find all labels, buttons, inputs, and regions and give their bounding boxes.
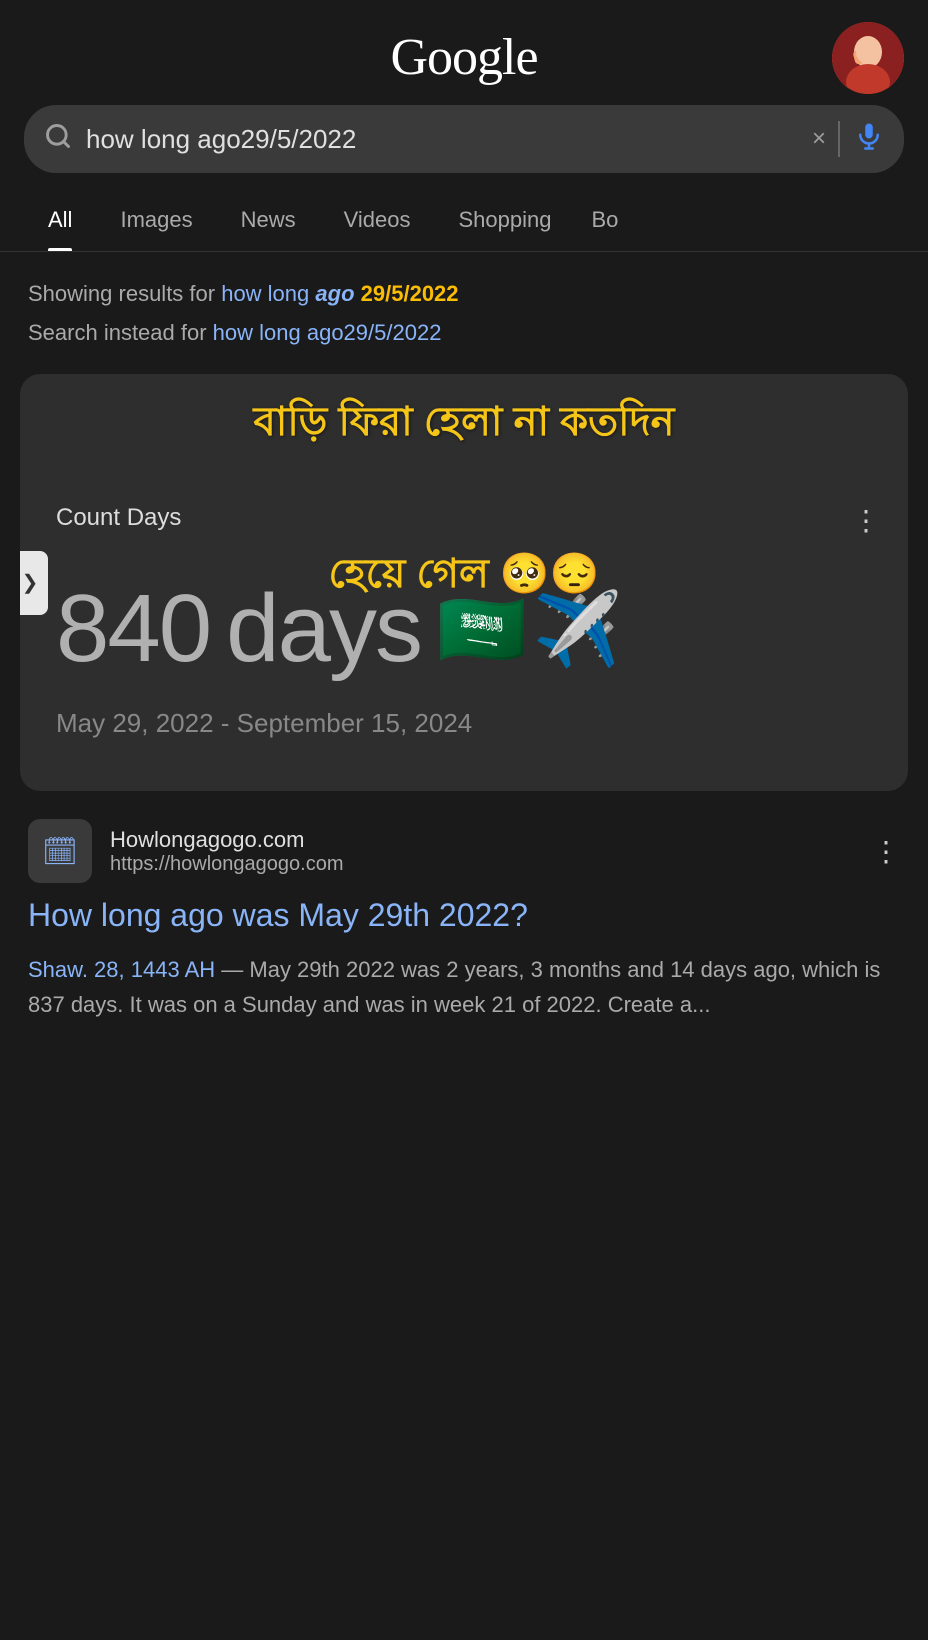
- header: Google: [0, 0, 928, 105]
- search-query[interactable]: how long ago29/5/2022: [86, 124, 812, 155]
- search-bar: how long ago29/5/2022 ×: [24, 105, 904, 173]
- search-tabs: All Images News Videos Shopping Bo: [0, 189, 928, 252]
- featured-card-wrapper: ❯ বাড়ি ফিরা হেলা না কতদিন Count Days ⋮ …: [20, 374, 908, 791]
- source-text-1: Howlongagogo.com https://howlongagogo.co…: [110, 827, 854, 876]
- tab-images[interactable]: Images: [96, 189, 216, 251]
- tab-more[interactable]: Bo: [575, 189, 634, 251]
- date-range: May 29, 2022 - September 15, 2024: [56, 708, 872, 739]
- bengali-title: বাড়ি ফিরা হেলা না কতদিন: [48, 396, 880, 448]
- result-source-1: 🗓 Howlongagogo.com https://howlongagogo.…: [28, 819, 900, 883]
- tab-videos[interactable]: Videos: [320, 189, 435, 251]
- showing-link-how-long[interactable]: how long: [221, 281, 309, 306]
- scroll-arrow[interactable]: ❯: [20, 551, 48, 615]
- search-divider: [838, 121, 840, 157]
- result-title-1[interactable]: How long ago was May 29th 2022?: [28, 893, 900, 938]
- tab-news[interactable]: News: [217, 189, 320, 251]
- showing-for-line: Showing results for how long ago 29/5/20…: [28, 276, 900, 311]
- tab-shopping[interactable]: Shopping: [435, 189, 576, 251]
- snippet-highlight-1: Shaw. 28, 1443 AH: [28, 957, 215, 982]
- source-name-1: Howlongagogo.com: [110, 827, 854, 853]
- featured-overlay-text: বাড়ি ফিরা হেলা না কতদিন: [20, 374, 908, 448]
- avatar[interactable]: [832, 22, 904, 94]
- mic-icon[interactable]: [854, 121, 884, 158]
- bengali-subtitle: হেয়ে গেল 🥺😔: [20, 542, 908, 609]
- result-three-dots-1[interactable]: ⋮: [872, 835, 900, 868]
- result-snippet-1: Shaw. 28, 1443 AH — May 29th 2022 was 2 …: [28, 952, 900, 1022]
- result-card-1: 🗓 Howlongagogo.com https://howlongagogo.…: [20, 819, 908, 1022]
- avatar-image: [832, 22, 904, 94]
- tab-all[interactable]: All: [24, 189, 96, 251]
- showing-date: 29/5/2022: [361, 281, 459, 306]
- count-days-label: Count Days: [56, 504, 181, 532]
- search-icon: [44, 122, 72, 157]
- featured-three-dots[interactable]: ⋮: [852, 504, 880, 537]
- search-instead-line: Search instead for how long ago29/5/2022: [28, 315, 900, 350]
- showing-link-ago[interactable]: ago: [315, 281, 354, 306]
- google-logo: Google: [390, 28, 537, 87]
- source-icon-1: 🗓: [28, 819, 92, 883]
- search-instead-link[interactable]: how long ago29/5/2022: [213, 320, 442, 345]
- clear-icon[interactable]: ×: [812, 125, 826, 153]
- showing-prefix: Showing results for: [28, 281, 221, 306]
- source-url-1[interactable]: https://howlongagogo.com: [110, 853, 854, 876]
- results-banner: Showing results for how long ago 29/5/20…: [0, 252, 928, 358]
